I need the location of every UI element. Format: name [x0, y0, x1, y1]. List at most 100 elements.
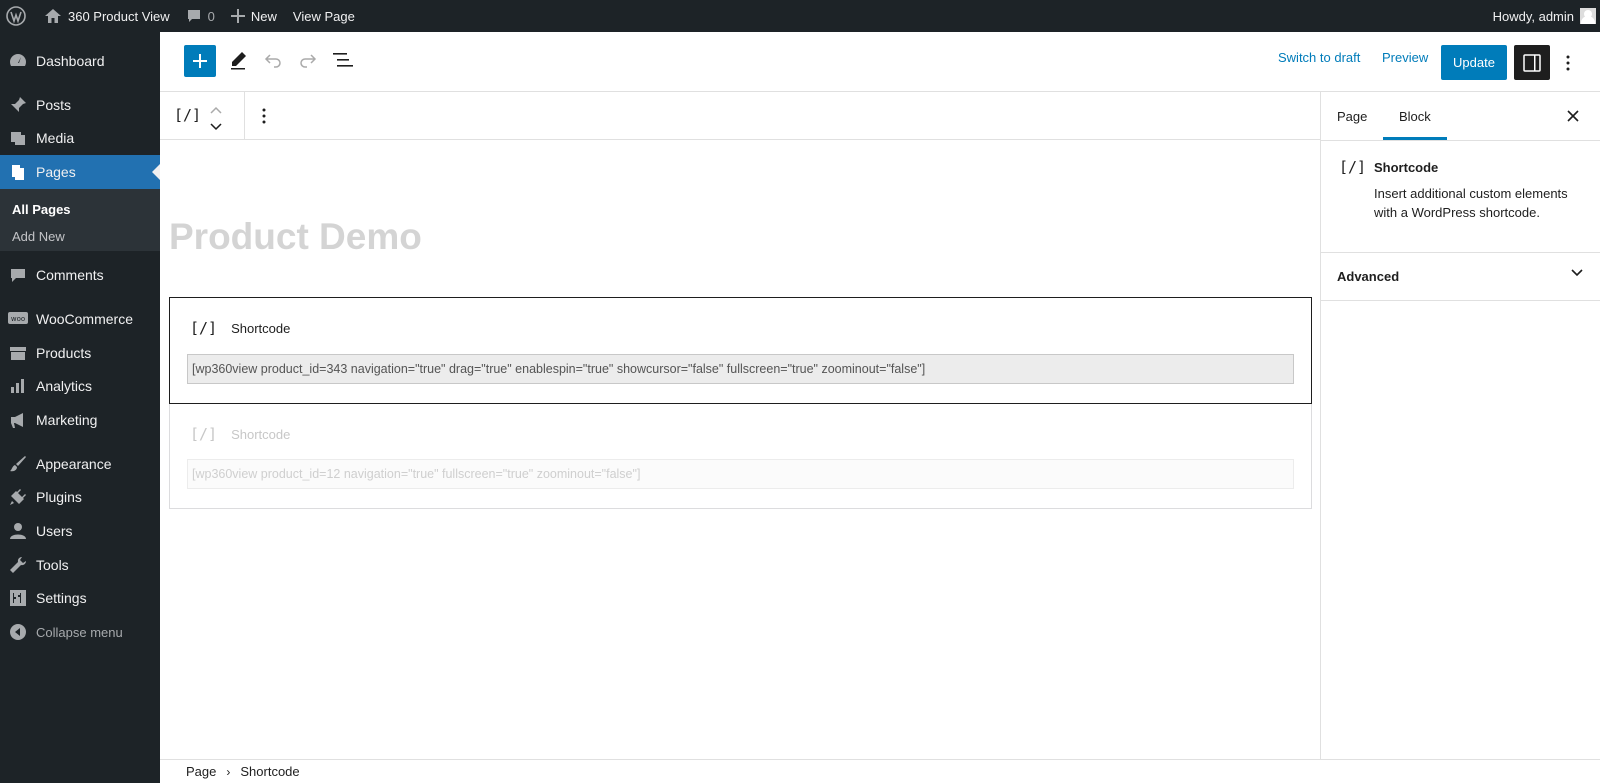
- sidebar-item-media[interactable]: Media: [0, 121, 160, 155]
- options-menu-button[interactable]: [1556, 45, 1580, 80]
- block-inserter-button[interactable]: [184, 45, 216, 77]
- sidebar-item-settings[interactable]: Settings: [0, 581, 160, 615]
- breadcrumb-root[interactable]: Page: [186, 764, 216, 779]
- more-vertical-icon: [1566, 55, 1570, 70]
- brush-icon: [8, 454, 28, 474]
- preview-button[interactable]: Preview: [1382, 50, 1428, 65]
- shortcode-icon: [/]: [190, 425, 218, 443]
- admin-bar: 360 Product View 0 New View Page Howdy, …: [0, 0, 1600, 32]
- plus-icon: [193, 54, 207, 68]
- plug-icon: [8, 487, 28, 507]
- move-up-button[interactable]: [210, 101, 222, 119]
- sidebar-item-products[interactable]: Products: [0, 336, 160, 370]
- chevron-right-icon: ›: [226, 764, 231, 779]
- redo-icon: [300, 54, 317, 68]
- settings-toggle-button[interactable]: [1514, 45, 1550, 80]
- pages-submenu: All Pages Add New: [0, 189, 160, 251]
- sidebar-item-label: Products: [36, 345, 92, 361]
- block-card: [/] Shortcode Insert additional custom e…: [1321, 141, 1600, 253]
- sidebar-item-label: Posts: [36, 97, 72, 113]
- shortcode-input[interactable]: [wp360view product_id=12 navigation="tru…: [187, 459, 1294, 489]
- chevron-up-icon: [210, 106, 222, 114]
- block-toolbar: [/]: [160, 92, 1320, 140]
- close-settings-button[interactable]: [1561, 104, 1585, 128]
- document-overview-button[interactable]: [327, 44, 359, 76]
- woo-icon: woo: [8, 309, 28, 329]
- block-options-button[interactable]: [262, 108, 266, 129]
- shortcode-icon: [/]: [1339, 158, 1367, 176]
- pin-icon: [8, 95, 28, 115]
- bar-chart-icon: [8, 376, 28, 396]
- sidebar-item-label: Tools: [36, 557, 69, 573]
- media-icon: [8, 128, 28, 148]
- sidebar-item-tools[interactable]: Tools: [0, 548, 160, 582]
- admin-sidebar: Dashboard Posts Media Pages All Pages Ad…: [0, 32, 160, 783]
- breadcrumb-current[interactable]: Shortcode: [240, 764, 299, 779]
- megaphone-icon: [8, 410, 28, 430]
- tab-block[interactable]: Block: [1383, 92, 1447, 140]
- toolbar-separator: [244, 92, 245, 140]
- shortcode-block-type-icon[interactable]: [/]: [174, 106, 201, 124]
- user-icon: [8, 521, 28, 541]
- redo-button[interactable]: [292, 44, 324, 76]
- move-down-button[interactable]: [210, 118, 222, 136]
- sidebar-item-label: Users: [36, 523, 73, 539]
- advanced-label: Advanced: [1337, 269, 1400, 284]
- sidebar-item-label: WooCommerce: [36, 311, 133, 327]
- view-page-link[interactable]: View Page: [285, 0, 363, 32]
- sidebar-item-label: Plugins: [36, 489, 82, 505]
- sidebar-item-dashboard[interactable]: Dashboard: [0, 44, 160, 78]
- collapse-menu-button[interactable]: Collapse menu: [0, 615, 160, 649]
- sidebar-item-analytics[interactable]: Analytics: [0, 369, 160, 403]
- block-card-description: Insert additional custom elements with a…: [1374, 186, 1568, 220]
- sidebar-item-plugins[interactable]: Plugins: [0, 480, 160, 514]
- pencil-icon: [231, 52, 246, 70]
- block-header: [/] Shortcode: [190, 319, 290, 337]
- undo-button[interactable]: [257, 44, 289, 76]
- block-header: [/] Shortcode: [190, 425, 290, 443]
- pages-icon: [8, 162, 28, 182]
- howdy-text: Howdy, admin: [1492, 8, 1574, 24]
- sidebar-item-label: Marketing: [36, 412, 98, 428]
- sidebar-item-label: Settings: [36, 590, 87, 606]
- sidebar-item-label: Comments: [36, 267, 104, 283]
- sliders-icon: [8, 588, 28, 608]
- tab-page[interactable]: Page: [1321, 92, 1383, 140]
- shortcode-block[interactable]: [/] Shortcode [wp360view product_id=343 …: [169, 297, 1312, 404]
- site-name-link[interactable]: 360 Product View: [36, 0, 178, 32]
- sidebar-item-users[interactable]: Users: [0, 514, 160, 548]
- sidebar-item-label: Pages: [36, 164, 76, 180]
- collapse-label: Collapse menu: [36, 624, 123, 640]
- advanced-panel-toggle[interactable]: Advanced: [1321, 253, 1600, 301]
- view-page-label: View Page: [292, 8, 355, 24]
- submenu-add-new[interactable]: Add New: [12, 229, 65, 244]
- sidebar-item-comments[interactable]: Comments: [0, 258, 160, 292]
- new-label: New: [250, 8, 277, 24]
- sidebar-item-woocommerce[interactable]: woo WooCommerce: [0, 302, 160, 336]
- sidebar-item-marketing[interactable]: Marketing: [0, 403, 160, 437]
- sidebar-item-appearance[interactable]: Appearance: [0, 447, 160, 481]
- update-button[interactable]: Update: [1441, 45, 1507, 80]
- shortcode-block[interactable]: [/] Shortcode [wp360view product_id=12 n…: [169, 404, 1312, 509]
- wordpress-logo-icon[interactable]: [0, 0, 36, 32]
- shortcode-input[interactable]: [wp360view product_id=343 navigation="tr…: [187, 354, 1294, 384]
- block-label: Shortcode: [231, 320, 291, 336]
- comment-bubble-icon: [187, 10, 200, 22]
- account-menu[interactable]: Howdy, admin: [1485, 0, 1600, 32]
- comment-icon: [8, 265, 28, 285]
- sidebar-item-posts[interactable]: Posts: [0, 88, 160, 122]
- undo-icon: [264, 54, 281, 68]
- switch-to-draft-button[interactable]: Switch to draft: [1278, 50, 1360, 65]
- comments-link[interactable]: 0: [178, 0, 223, 32]
- archive-icon: [8, 343, 28, 363]
- collapse-icon: [8, 622, 28, 642]
- wrench-icon: [8, 555, 28, 575]
- post-title[interactable]: Product Demo: [169, 216, 422, 258]
- sidebar-item-label: Media: [36, 130, 75, 146]
- settings-sidebar: Page Block [/] Shortcode Insert addition…: [1320, 92, 1600, 759]
- svg-text:woo: woo: [11, 315, 25, 323]
- submenu-all-pages[interactable]: All Pages: [12, 202, 71, 217]
- tools-button[interactable]: [222, 44, 254, 76]
- new-content-link[interactable]: New: [223, 0, 285, 32]
- sidebar-item-pages[interactable]: Pages: [0, 155, 160, 189]
